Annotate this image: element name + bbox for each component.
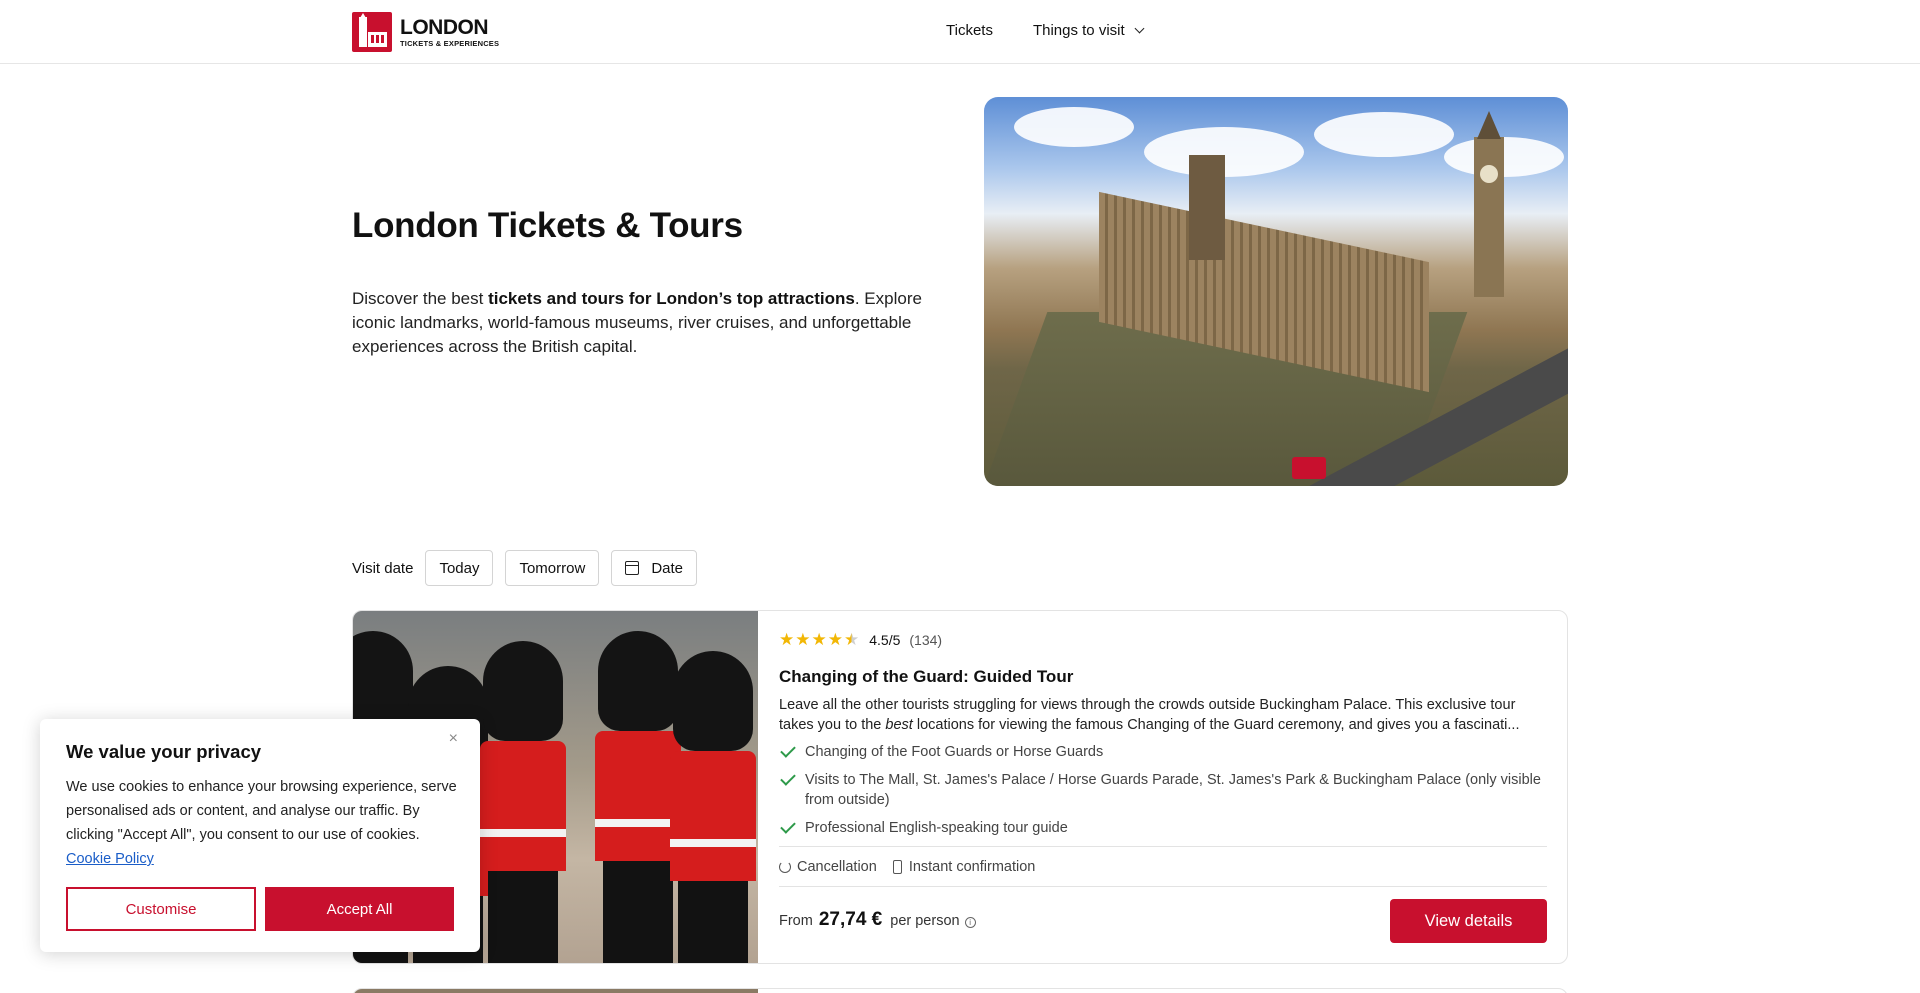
date-picker-label: Date bbox=[651, 559, 684, 577]
product-card-next[interactable] bbox=[352, 988, 1568, 993]
info-icon[interactable]: i bbox=[964, 917, 976, 928]
check-icon bbox=[780, 742, 796, 758]
price: From 27,74 € per person i bbox=[779, 909, 976, 931]
date-today-button[interactable]: Today bbox=[425, 550, 494, 586]
price-from-label: From bbox=[779, 913, 813, 929]
star-icon: ★ bbox=[811, 630, 827, 649]
feature-list: Changing of the Foot Guards or Horse Gua… bbox=[779, 742, 1549, 846]
nav-tickets[interactable]: Tickets bbox=[946, 22, 993, 39]
rating-value: 4.5/5 bbox=[869, 631, 901, 648]
page-title: London Tickets & Tours bbox=[352, 206, 743, 245]
feature-item: Changing of the Foot Guards or Horse Gua… bbox=[779, 742, 1549, 762]
feature-item: Visits to The Mall, St. James's Palace /… bbox=[779, 770, 1549, 810]
accept-all-button[interactable]: Accept All bbox=[265, 887, 454, 931]
check-icon bbox=[780, 770, 796, 786]
policies: Cancellation Instant confirmation bbox=[779, 859, 1051, 875]
cookie-consent-banner: × We value your privacy We use cookies t… bbox=[40, 719, 480, 952]
product-description: Leave all the other tourists struggling … bbox=[779, 697, 1520, 733]
close-icon[interactable]: × bbox=[449, 730, 458, 748]
check-icon bbox=[780, 818, 796, 834]
price-amount: 27,74 € bbox=[818, 909, 883, 930]
nav-things-to-visit-label: Things to visit bbox=[1032, 22, 1125, 39]
policy-instant-confirmation: Instant confirmation bbox=[892, 859, 1035, 875]
refresh-icon bbox=[779, 861, 791, 873]
product-rating: ★ ★ ★ ★ ★ 4.5/5 (134) bbox=[779, 631, 942, 648]
star-icon: ★ bbox=[795, 630, 811, 649]
site-header: LONDON TICKETS & EXPERIENCES Tickets Thi… bbox=[0, 0, 1920, 64]
customise-button[interactable]: Customise bbox=[66, 887, 256, 931]
review-count: (134) bbox=[909, 631, 943, 648]
policy-cancellation: Cancellation bbox=[779, 859, 877, 875]
price-unit: per person bbox=[890, 913, 960, 929]
star-icon: ★ bbox=[827, 630, 843, 649]
product-card-body: ★ ★ ★ ★ ★ 4.5/5 (134) Changing of the Gu… bbox=[779, 611, 1547, 963]
feature-item: Professional English-speaking tour guide bbox=[779, 818, 1549, 838]
rating-stars: ★ ★ ★ ★ ★ bbox=[779, 631, 860, 648]
nav-things-to-visit[interactable]: Things to visit bbox=[1032, 22, 1145, 39]
view-details-button[interactable]: View details bbox=[1390, 899, 1547, 943]
product-image bbox=[353, 989, 758, 993]
divider bbox=[779, 846, 1547, 847]
visit-date-filter: Visit date Today Tomorrow Date bbox=[352, 550, 709, 586]
calendar-icon bbox=[625, 561, 640, 575]
phone-icon bbox=[892, 860, 902, 874]
logo-icon bbox=[352, 12, 392, 52]
star-half-icon: ★ bbox=[844, 630, 860, 649]
date-tomorrow-button[interactable]: Tomorrow bbox=[505, 550, 600, 586]
hero-description: Discover the best tickets and tours for … bbox=[352, 289, 922, 356]
divider bbox=[779, 886, 1547, 887]
cookie-policy-link[interactable]: Cookie Policy bbox=[66, 851, 154, 867]
star-icon: ★ bbox=[779, 630, 795, 649]
cookie-text: We use cookies to enhance your browsing … bbox=[66, 779, 457, 867]
hero-image-westminster bbox=[984, 97, 1568, 486]
product-title[interactable]: Changing of the Guard: Guided Tour bbox=[779, 667, 1073, 687]
logo-title: LONDON bbox=[400, 15, 489, 39]
date-picker-button[interactable]: Date bbox=[611, 550, 698, 586]
cookie-title: We value your privacy bbox=[66, 741, 262, 762]
logo-subtitle: TICKETS & EXPERIENCES bbox=[400, 38, 500, 48]
chevron-down-icon bbox=[1134, 23, 1145, 34]
main-nav: Tickets Things to visit bbox=[946, 22, 1145, 39]
visit-date-label: Visit date bbox=[352, 559, 414, 577]
site-logo[interactable]: LONDON TICKETS & EXPERIENCES bbox=[352, 12, 499, 52]
product-card[interactable]: ★ ★ ★ ★ ★ 4.5/5 (134) Changing of the Gu… bbox=[352, 610, 1568, 964]
